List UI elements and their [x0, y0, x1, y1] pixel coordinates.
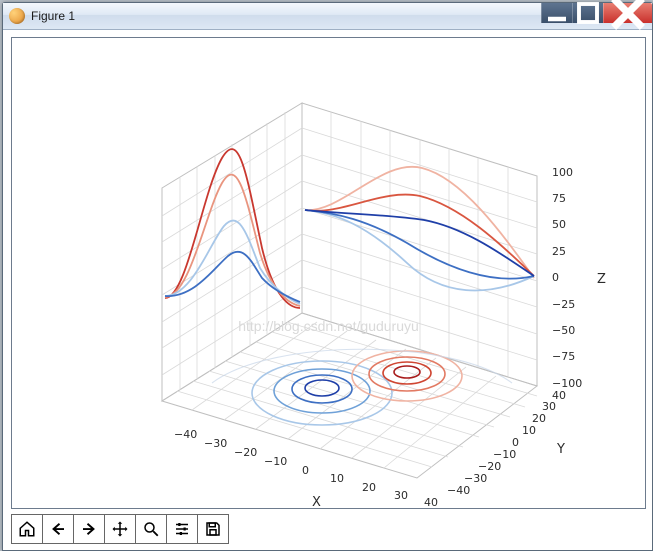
- svg-text:−40: −40: [447, 484, 470, 497]
- svg-text:10: 10: [330, 472, 344, 485]
- svg-text:10: 10: [522, 424, 536, 437]
- svg-text:30: 30: [394, 489, 408, 502]
- svg-text:−10: −10: [493, 448, 516, 461]
- svg-text:−100: −100: [552, 377, 582, 390]
- svg-text:40: 40: [552, 389, 566, 402]
- svg-text:−20: −20: [234, 446, 257, 459]
- arrow-left-icon: [49, 520, 67, 538]
- minimize-button[interactable]: [541, 3, 572, 23]
- svg-text:20: 20: [362, 481, 376, 494]
- x-ticks: −40 −30 −20 −10 0 10 20 30 40: [174, 428, 438, 506]
- svg-text:50: 50: [552, 218, 566, 231]
- z-axis-label: Z: [597, 272, 606, 287]
- svg-text:−30: −30: [464, 472, 487, 485]
- home-icon: [18, 520, 36, 538]
- zoom-button[interactable]: [135, 514, 167, 544]
- y-ticks: −40 −30 −20 −10 0 10 20 30 40: [447, 389, 566, 497]
- maximize-button[interactable]: [572, 3, 603, 23]
- figure-window: Figure 1 http://blog.csdn.net/guduruyu: [2, 2, 653, 551]
- svg-text:40: 40: [424, 496, 438, 506]
- svg-text:100: 100: [552, 166, 573, 179]
- y-axis-label: Y: [556, 442, 565, 457]
- sliders-icon: [173, 520, 191, 538]
- svg-text:−25: −25: [552, 298, 575, 311]
- svg-text:0: 0: [302, 464, 309, 477]
- svg-text:−40: −40: [174, 428, 197, 441]
- svg-text:75: 75: [552, 192, 566, 205]
- home-button[interactable]: [11, 514, 43, 544]
- z-ticks: −100 −75 −50 −25 0 25 50 75 100: [552, 166, 582, 390]
- forward-button[interactable]: [73, 514, 105, 544]
- pan-button[interactable]: [104, 514, 136, 544]
- svg-text:−75: −75: [552, 350, 575, 363]
- mpl-toolbar: [11, 514, 228, 544]
- svg-text:0: 0: [552, 271, 559, 284]
- close-button[interactable]: [603, 3, 652, 23]
- plot-canvas[interactable]: http://blog.csdn.net/guduruyu: [11, 37, 646, 509]
- move-icon: [111, 520, 129, 538]
- svg-text:25: 25: [552, 245, 566, 258]
- svg-text:20: 20: [532, 412, 546, 425]
- app-icon: [9, 8, 25, 24]
- save-button[interactable]: [197, 514, 229, 544]
- arrow-right-icon: [80, 520, 98, 538]
- svg-text:−50: −50: [552, 324, 575, 337]
- svg-text:0: 0: [512, 436, 519, 449]
- configure-button[interactable]: [166, 514, 198, 544]
- svg-text:−20: −20: [478, 460, 501, 473]
- window-controls: [541, 3, 652, 23]
- svg-text:−30: −30: [204, 437, 227, 450]
- x-axis-label: X: [312, 495, 321, 506]
- back-button[interactable]: [42, 514, 74, 544]
- save-icon: [204, 520, 222, 538]
- magnifier-icon: [142, 520, 160, 538]
- plot-svg: −40 −30 −20 −10 0 10 20 30 40 −40 −30 −2…: [12, 38, 645, 506]
- svg-text:−10: −10: [264, 455, 287, 468]
- titlebar[interactable]: Figure 1: [3, 3, 652, 30]
- window-title: Figure 1: [31, 9, 75, 23]
